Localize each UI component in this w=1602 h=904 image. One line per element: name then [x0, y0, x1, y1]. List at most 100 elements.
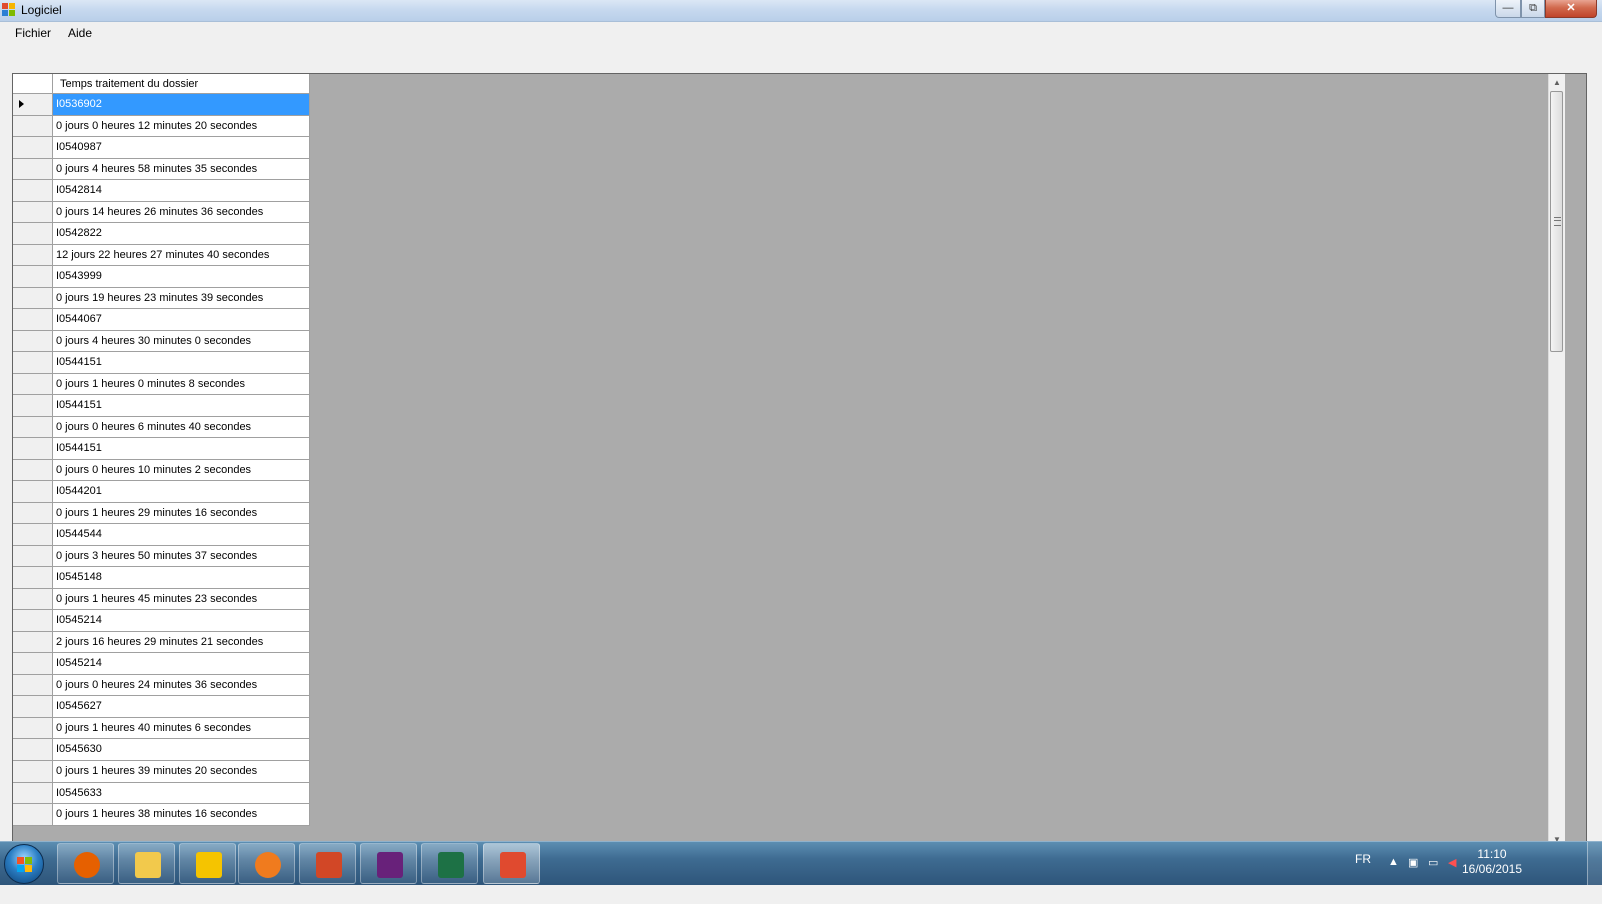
clock[interactable]: 11:10 16/06/2015: [1452, 847, 1532, 877]
taskbar-button-file-explorer[interactable]: [118, 843, 175, 884]
row-header[interactable]: [13, 115, 53, 138]
grid-cell[interactable]: 0 jours 1 heures 40 minutes 6 secondes: [53, 717, 310, 740]
grid-cell[interactable]: I0545627: [53, 696, 310, 718]
table-row[interactable]: 12 jours 22 heures 27 minutes 40 seconde…: [13, 244, 310, 267]
taskbar-button-logiciel-app[interactable]: [483, 843, 540, 884]
row-header[interactable]: [13, 545, 53, 568]
language-indicator[interactable]: FR: [1355, 852, 1371, 866]
table-row[interactable]: 0 jours 0 heures 12 minutes 20 secondes: [13, 115, 310, 138]
maximize-button[interactable]: ⧉: [1521, 0, 1545, 18]
row-header[interactable]: [13, 631, 53, 654]
table-row[interactable]: I0545633: [13, 782, 310, 805]
table-row[interactable]: I0536902: [13, 94, 310, 116]
table-row[interactable]: I0545627: [13, 696, 310, 718]
row-header[interactable]: [13, 373, 53, 396]
grid-cell[interactable]: I0544151: [53, 395, 310, 417]
row-header[interactable]: [13, 717, 53, 740]
table-row[interactable]: I0544067: [13, 309, 310, 331]
table-row[interactable]: I0544201: [13, 481, 310, 503]
scroll-thumb[interactable]: [1550, 91, 1563, 352]
taskbar-button-excel[interactable]: [421, 843, 478, 884]
row-header[interactable]: [13, 330, 53, 353]
table-row[interactable]: I0544151: [13, 352, 310, 374]
table-row[interactable]: 0 jours 1 heures 38 minutes 16 secondes: [13, 804, 310, 826]
grid-cell[interactable]: I0544151: [53, 438, 310, 460]
table-row[interactable]: I0540987: [13, 137, 310, 159]
table-row[interactable]: I0544151: [13, 438, 310, 460]
grid-cell[interactable]: 0 jours 0 heures 12 minutes 20 secondes: [53, 115, 310, 138]
grid-cell[interactable]: I0544151: [53, 352, 310, 374]
grid-cell[interactable]: I0544201: [53, 481, 310, 503]
row-header[interactable]: [13, 674, 53, 697]
grid-cell[interactable]: 0 jours 0 heures 6 minutes 40 secondes: [53, 416, 310, 439]
grid-cell[interactable]: I0542814: [53, 180, 310, 202]
table-row[interactable]: 0 jours 0 heures 24 minutes 36 secondes: [13, 674, 310, 697]
grid-cell[interactable]: 0 jours 1 heures 45 minutes 23 secondes: [53, 588, 310, 611]
taskbar-button-visual-studio[interactable]: [360, 843, 417, 884]
table-row[interactable]: 0 jours 1 heures 39 minutes 20 secondes: [13, 760, 310, 783]
show-desktop-button[interactable]: [1587, 842, 1602, 885]
minimize-button[interactable]: —: [1495, 0, 1521, 18]
grid-cell[interactable]: I0544544: [53, 524, 310, 546]
table-row[interactable]: 0 jours 4 heures 58 minutes 35 secondes: [13, 158, 310, 181]
row-header[interactable]: [13, 502, 53, 525]
table-row[interactable]: 0 jours 1 heures 29 minutes 16 secondes: [13, 502, 310, 525]
row-header[interactable]: [13, 309, 53, 331]
row-header[interactable]: [13, 223, 53, 245]
grid-cell[interactable]: I0544067: [53, 309, 310, 331]
row-header[interactable]: [13, 287, 53, 310]
table-row[interactable]: 0 jours 1 heures 0 minutes 8 secondes: [13, 373, 310, 396]
grid-cell[interactable]: I0543999: [53, 266, 310, 288]
table-row[interactable]: I0545214: [13, 610, 310, 632]
row-header[interactable]: [13, 266, 53, 288]
table-row[interactable]: 0 jours 1 heures 40 minutes 6 secondes: [13, 717, 310, 740]
table-row[interactable]: 0 jours 0 heures 6 minutes 40 secondes: [13, 416, 310, 439]
row-header[interactable]: [13, 137, 53, 159]
taskbar-button-media-player[interactable]: [238, 843, 295, 884]
grid-cell[interactable]: 0 jours 1 heures 0 minutes 8 secondes: [53, 373, 310, 396]
table-row[interactable]: 0 jours 0 heures 10 minutes 2 secondes: [13, 459, 310, 482]
data-grid[interactable]: Temps traitement du dossier I0536902 0 jo…: [12, 73, 1587, 849]
table-row[interactable]: 0 jours 19 heures 23 minutes 39 secondes: [13, 287, 310, 310]
row-header[interactable]: [13, 524, 53, 546]
row-header[interactable]: [13, 244, 53, 267]
row-header[interactable]: [13, 459, 53, 482]
menu-aide[interactable]: Aide: [68, 26, 92, 40]
row-header[interactable]: [13, 610, 53, 632]
row-header[interactable]: [13, 180, 53, 202]
taskbar-button-presentation-app[interactable]: [299, 843, 356, 884]
row-header[interactable]: [13, 395, 53, 417]
table-row[interactable]: I0542814: [13, 180, 310, 202]
row-header[interactable]: [13, 653, 53, 675]
grid-cell[interactable]: I0545214: [53, 610, 310, 632]
start-button[interactable]: [4, 844, 44, 884]
grid-cell[interactable]: 0 jours 4 heures 30 minutes 0 secondes: [53, 330, 310, 353]
grid-header-corner[interactable]: [13, 74, 53, 94]
table-row[interactable]: 0 jours 3 heures 50 minutes 37 secondes: [13, 545, 310, 568]
table-row[interactable]: I0543999: [13, 266, 310, 288]
table-row[interactable]: I0544544: [13, 524, 310, 546]
grid-cell[interactable]: 0 jours 1 heures 38 minutes 16 secondes: [53, 804, 310, 826]
close-button[interactable]: ✕: [1545, 0, 1597, 18]
network-icon[interactable]: ▭: [1428, 856, 1438, 869]
row-header[interactable]: [13, 739, 53, 761]
table-row[interactable]: I0544151: [13, 395, 310, 417]
device-icon[interactable]: ▣: [1408, 856, 1418, 869]
taskbar-button-app-b[interactable]: [179, 843, 236, 884]
column-header-temps-traitement[interactable]: Temps traitement du dossier: [53, 74, 310, 94]
table-row[interactable]: 2 jours 16 heures 29 minutes 21 secondes: [13, 631, 310, 654]
grid-cell[interactable]: 12 jours 22 heures 27 minutes 40 seconde…: [53, 244, 310, 267]
grid-cell[interactable]: 0 jours 19 heures 23 minutes 39 secondes: [53, 287, 310, 310]
row-header[interactable]: [13, 158, 53, 181]
taskbar-button-firefox[interactable]: [57, 843, 114, 884]
row-header[interactable]: [13, 481, 53, 503]
table-row[interactable]: I0545630: [13, 739, 310, 761]
grid-cell[interactable]: 0 jours 0 heures 24 minutes 36 secondes: [53, 674, 310, 697]
scroll-up-button[interactable]: ▲: [1549, 74, 1565, 91]
row-header[interactable]: [13, 352, 53, 374]
grid-cell[interactable]: I0542822: [53, 223, 310, 245]
grid-cell[interactable]: 0 jours 0 heures 10 minutes 2 secondes: [53, 459, 310, 482]
grid-cell[interactable]: I0545148: [53, 567, 310, 589]
row-header[interactable]: [13, 804, 53, 826]
row-header[interactable]: [13, 588, 53, 611]
